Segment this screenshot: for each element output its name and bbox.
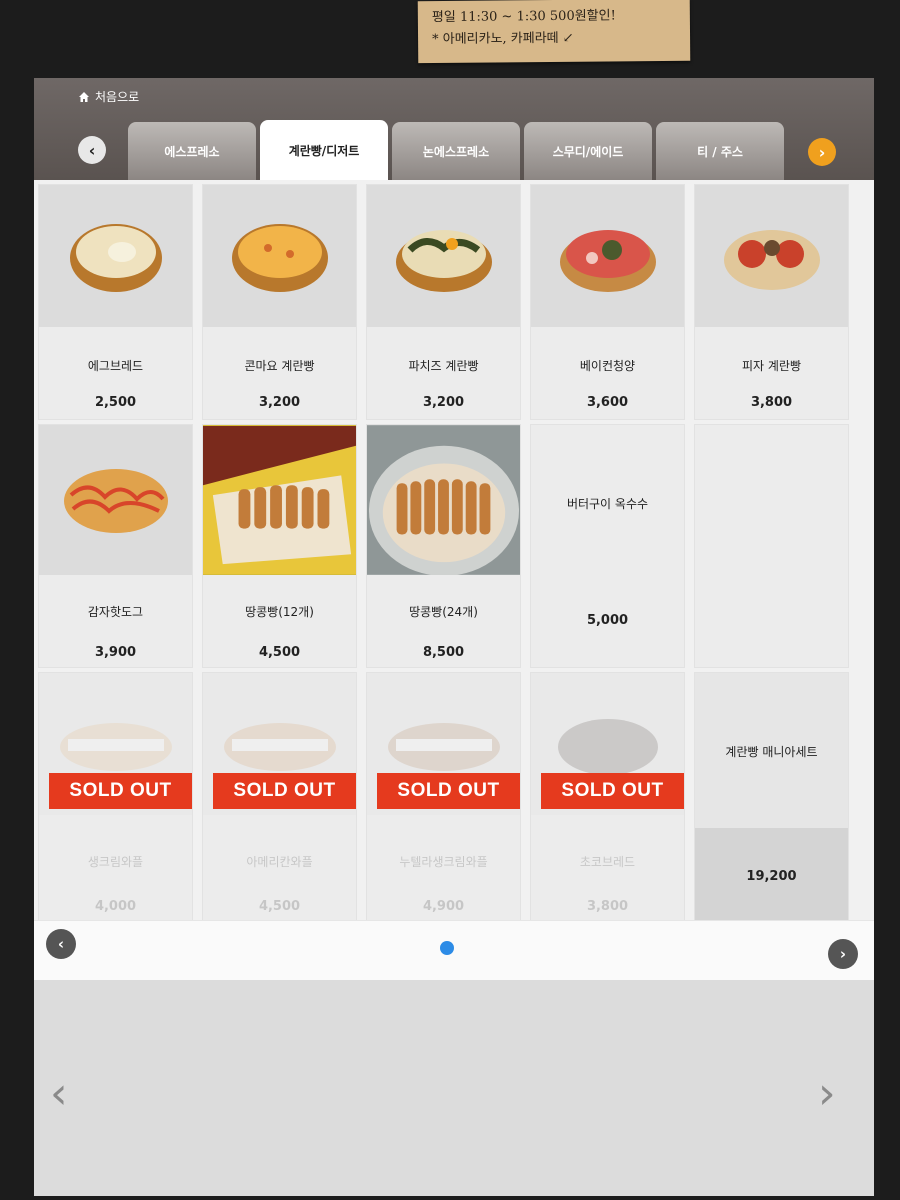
chevron-left-icon: ‹ [50, 1068, 68, 1119]
cart-area: ‹ › [34, 980, 874, 1196]
product-name: 파치즈 계란빵 [408, 359, 479, 373]
product-card[interactable]: 콘마요 계란빵 3,200 [202, 184, 357, 420]
product-photo [39, 185, 192, 327]
sold-out-badge: SOLD OUT [213, 773, 356, 809]
product-card-sold-out: SOLD OUT 생크림와플 4,000 [38, 672, 193, 922]
category-bar: 처음으로 ‹ 에스프레소 계란빵/디저트 논에스프레소 스무디/에이드 티 / … [34, 78, 874, 180]
product-card-sold-out: SOLD OUT 아메리칸와플 4,500 [202, 672, 357, 922]
note-line-1: 평일 11:30 ~ 1:30 500원할인! [431, 8, 616, 26]
product-card[interactable]: 파치즈 계란빵 3,200 [366, 184, 521, 420]
tab-espresso[interactable]: 에스프레소 [128, 122, 256, 180]
sticky-note: 평일 11:30 ~ 1:30 500원할인! * 아메리카노, 카페라떼 ↙ [417, 0, 691, 64]
sold-out-badge: SOLD OUT [377, 773, 520, 809]
category-tabs: 에스프레소 계란빵/디저트 논에스프레소 스무디/에이드 티 / 주스 [128, 120, 784, 180]
kiosk-bezel: 평일 11:30 ~ 1:30 500원할인! * 아메리카노, 카페라떼 ↙ … [0, 0, 900, 1200]
product-photo [531, 185, 684, 327]
tab-tea-juice[interactable]: 티 / 주스 [656, 122, 784, 180]
product-price: 4,500 [258, 645, 301, 660]
product-price: 3,800 [586, 899, 629, 914]
note-line-2: * 아메리카노, 카페라떼 ↙ [432, 30, 574, 48]
product-price: 8,500 [422, 645, 465, 660]
product-name: 생크림와플 [87, 855, 144, 869]
product-price: 2,500 [94, 395, 137, 410]
product-grid: 에그브레드 2,500 콘마요 계란빵 3,200 파치즈 계란빵 3,200 [38, 184, 852, 922]
product-card[interactable]: 베이컨청양 3,600 [530, 184, 685, 420]
home-icon [79, 91, 89, 102]
product-price: 3,200 [422, 395, 465, 410]
home-button[interactable]: 처음으로 [78, 88, 139, 105]
category-next-button[interactable]: › [808, 138, 836, 166]
product-price: 3,200 [258, 395, 301, 410]
home-label: 처음으로 [95, 90, 140, 104]
product-card[interactable]: 땅콩빵(12개) 4,500 [202, 424, 357, 668]
product-photo [367, 425, 520, 575]
product-price: 4,500 [258, 899, 301, 914]
product-photo [695, 185, 848, 327]
sold-out-badge: SOLD OUT [49, 773, 192, 809]
product-price: 3,800 [750, 395, 793, 410]
kiosk-screen: 처음으로 ‹ 에스프레소 계란빵/디저트 논에스프레소 스무디/에이드 티 / … [34, 78, 874, 1196]
chevron-right-icon: › [818, 142, 826, 162]
page-navigation: ‹ › [34, 920, 874, 980]
chevron-left-icon: ‹ [57, 935, 65, 953]
product-price: 4,900 [422, 899, 465, 914]
tab-non-espresso[interactable]: 논에스프레소 [392, 122, 520, 180]
tab-egg-bread-dessert[interactable]: 계란빵/디저트 [260, 120, 388, 180]
product-name: 버터구이 옥수수 [566, 497, 649, 511]
product-card[interactable]: 땅콩빵(24개) 8,500 [366, 424, 521, 668]
product-name: 감자핫도그 [87, 605, 144, 619]
product-photo [203, 425, 356, 575]
product-card[interactable]: 버터구이 옥수수 5,000 [530, 424, 685, 668]
product-name: 아메리칸와플 [246, 855, 313, 869]
product-name: 에그브레드 [87, 359, 144, 373]
product-name: 계란빵 매니아세트 [725, 745, 818, 759]
page-indicator-dot [440, 941, 454, 955]
product-card[interactable]: 감자핫도그 3,900 [38, 424, 193, 668]
chevron-right-icon: › [839, 945, 847, 963]
product-name: 땅콩빵(12개) [245, 605, 314, 619]
category-prev-button[interactable]: ‹ [78, 136, 106, 164]
product-price: 19,200 [746, 869, 797, 884]
product-card[interactable]: 피자 계란빵 3,800 [694, 184, 849, 420]
product-price: 3,600 [586, 395, 629, 410]
product-name: 누텔라생크림와플 [399, 855, 488, 869]
product-card[interactable]: 계란빵 매니아세트 19,200 [694, 672, 849, 922]
product-price: 4,000 [94, 899, 137, 914]
product-photo [203, 185, 356, 327]
product-price: 3,900 [94, 645, 137, 660]
product-name: 땅콩빵(24개) [409, 605, 478, 619]
product-name: 초코브레드 [579, 855, 636, 869]
cart-prev-button[interactable]: ‹ [50, 1068, 68, 1119]
page-next-button[interactable]: › [828, 939, 858, 969]
chevron-right-icon: › [818, 1068, 836, 1119]
sold-out-badge: SOLD OUT [541, 773, 684, 809]
product-card-sold-out: SOLD OUT 초코브레드 3,800 [530, 672, 685, 922]
product-card[interactable]: 에그브레드 2,500 [38, 184, 193, 420]
product-photo [367, 185, 520, 327]
product-name: 베이컨청양 [579, 359, 636, 373]
product-card-sold-out: SOLD OUT 누텔라생크림와플 4,900 [366, 672, 521, 922]
product-name: 피자 계란빵 [741, 359, 801, 373]
product-name: 콘마요 계란빵 [244, 359, 315, 373]
cart-next-button[interactable]: › [818, 1068, 836, 1119]
page-prev-button[interactable]: ‹ [46, 929, 76, 959]
product-photo [39, 425, 192, 575]
empty-slot [694, 424, 849, 668]
product-price: 5,000 [586, 613, 629, 628]
tab-smoothie-ade[interactable]: 스무디/에이드 [524, 122, 652, 180]
chevron-left-icon: ‹ [88, 140, 96, 160]
